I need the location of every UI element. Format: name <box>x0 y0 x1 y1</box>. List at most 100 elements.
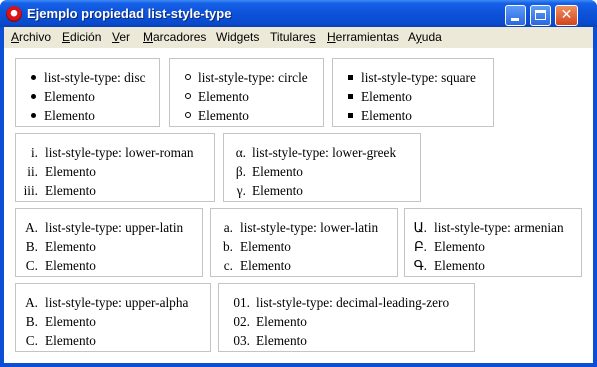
list-marker: Գ. <box>413 258 427 273</box>
menu-marcadores[interactable]: Marcadores <box>143 30 206 44</box>
list-marker: γ. <box>236 183 246 198</box>
client-area: Archivo Edición Ver Marcadores Widgets Titula… <box>4 27 593 363</box>
maximize-button[interactable] <box>530 5 551 26</box>
list-marker: Բ. <box>413 239 427 254</box>
list-item-text: list-style-type: decimal-leading-zero <box>256 295 450 310</box>
menu-label-post: erramientas <box>335 30 400 44</box>
list-marker: 03. <box>233 333 250 348</box>
list-item: list-style-type: square <box>333 68 493 87</box>
list-marker: c. <box>223 258 233 273</box>
opera-logo-icon[interactable] <box>6 6 22 22</box>
list-item: iii. Elemento <box>16 181 214 200</box>
circle-bullet-icon <box>185 74 191 80</box>
list-marker: b. <box>223 239 233 254</box>
list-item: list-style-type: disc <box>16 68 159 87</box>
browser-window: Ejemplo propiedad list-style-type ✕ Arch… <box>0 0 597 367</box>
menu-label-pre: Titulare <box>270 30 310 44</box>
list-item-text: Elemento <box>256 314 307 329</box>
list-box-lower-roman: i. list-style-type: lower-roman ii. Element… <box>15 133 215 202</box>
list-upper-alpha: A. list-style-type: upper-alpha B. Elemento… <box>16 293 210 350</box>
square-bullet-icon <box>348 113 353 118</box>
list-item-text: Elemento <box>252 183 303 198</box>
menu-archivo[interactable]: Archivo <box>11 30 51 44</box>
list-item-text: list-style-type: lower-latin <box>240 220 379 235</box>
title-bar[interactable]: Ejemplo propiedad list-style-type ✕ <box>0 0 597 27</box>
menu-herramientas[interactable]: Herramientas <box>327 30 399 44</box>
square-bullet-icon <box>348 75 353 80</box>
square-bullet-icon <box>348 94 353 99</box>
list-item: 03. Elemento <box>219 331 474 350</box>
menu-accelerator: s <box>309 30 316 44</box>
list-item: i. list-style-type: lower-roman <box>16 143 214 162</box>
page-content: list-style-type: disc Elemento Elemento lis… <box>4 48 593 363</box>
list-item-text: list-style-type: upper-latin <box>45 220 184 235</box>
list-box-armenian: Ա. list-style-type: armenian Բ. Elemento Գ. E… <box>404 208 582 277</box>
menu-edicion[interactable]: Edición <box>62 30 101 44</box>
list-item-text: list-style-type: disc <box>44 70 146 85</box>
list-item: A. list-style-type: upper-alpha <box>16 293 210 312</box>
list-item: 02. Elemento <box>219 312 474 331</box>
menu-ver[interactable]: Ver <box>112 30 130 44</box>
list-marker: 01. <box>233 295 250 310</box>
list-item: a. list-style-type: lower-latin <box>211 218 397 237</box>
list-item-text: list-style-type: square <box>361 70 476 85</box>
list-item-text: list-style-type: armenian <box>434 220 564 235</box>
menu-widgets[interactable]: Widgets <box>216 30 259 44</box>
list-box-upper-alpha: A. list-style-type: upper-alpha B. Elemento… <box>15 283 211 352</box>
list-box-disc: list-style-type: disc Elemento Elemento <box>15 58 160 127</box>
list-item-text: Elemento <box>44 89 95 104</box>
list-marker: α. <box>235 145 246 160</box>
list-item-text: Elemento <box>198 89 249 104</box>
list-item-text: Elemento <box>45 314 96 329</box>
circle-bullet-icon <box>185 112 191 118</box>
list-item: α. list-style-type: lower-greek <box>224 143 420 162</box>
list-item: Elemento <box>16 106 159 125</box>
list-item-text: Elemento <box>45 164 96 179</box>
list-armenian: Ա. list-style-type: armenian Բ. Elemento Գ. E… <box>405 218 581 275</box>
menu-titulares[interactable]: Titulares <box>270 30 316 44</box>
list-item: B. Elemento <box>16 237 202 256</box>
menu-label-post: dición <box>70 30 102 44</box>
list-box-circle: list-style-type: circle Elemento Elemento <box>169 58 324 127</box>
list-item: C. Elemento <box>16 256 202 275</box>
list-item-text: list-style-type: lower-roman <box>45 145 194 160</box>
list-item-text: Elemento <box>240 239 291 254</box>
list-item-text: Elemento <box>45 333 96 348</box>
list-disc: list-style-type: disc Elemento Elemento <box>16 68 159 125</box>
list-marker: C. <box>25 258 38 273</box>
list-marker: Ա. <box>413 220 427 235</box>
menu-label-pre: Widgets <box>216 30 260 44</box>
menu-bar: Archivo Edición Ver Marcadores Widgets Titula… <box>4 27 593 48</box>
minimize-button[interactable] <box>505 5 526 26</box>
list-box-upper-latin: A. list-style-type: upper-latin B. Elemento… <box>15 208 203 277</box>
disc-bullet-icon <box>31 94 36 99</box>
menu-label-post: uda <box>421 30 442 44</box>
menu-accelerator: A <box>11 30 20 44</box>
list-item: Elemento <box>170 87 323 106</box>
list-item-text: Elemento <box>434 258 485 273</box>
list-item: Բ. Elemento <box>405 237 581 256</box>
list-box-decimal-leading-zero: 01. list-style-type: decimal-leading-zero… <box>218 283 475 352</box>
menu-ayuda[interactable]: Ayuda <box>408 30 442 44</box>
list-marker: 02. <box>233 314 250 329</box>
list-item-text: list-style-type: upper-alpha <box>45 295 189 310</box>
list-item-text: Elemento <box>252 164 303 179</box>
list-item-text: Elemento <box>44 108 95 123</box>
list-decimal-leading-zero: 01. list-style-type: decimal-leading-zero… <box>219 293 474 350</box>
list-item: A. list-style-type: upper-latin <box>16 218 202 237</box>
circle-bullet-icon <box>185 93 191 99</box>
list-item-text: Elemento <box>198 108 249 123</box>
list-circle: list-style-type: circle Elemento Elemento <box>170 68 323 125</box>
list-upper-latin: A. list-style-type: upper-latin B. Elemento… <box>16 218 202 275</box>
menu-accelerator: H <box>327 30 336 44</box>
maximize-icon <box>535 10 546 20</box>
list-item-text: Elemento <box>256 333 307 348</box>
list-item: c. Elemento <box>211 256 397 275</box>
disc-bullet-icon <box>31 113 36 118</box>
minimize-icon <box>511 18 519 21</box>
list-item: C. Elemento <box>16 331 210 350</box>
list-item: b. Elemento <box>211 237 397 256</box>
list-marker: A. <box>25 295 38 310</box>
list-lower-latin: a. list-style-type: lower-latin b. Elemento… <box>211 218 397 275</box>
close-button[interactable]: ✕ <box>555 5 578 26</box>
